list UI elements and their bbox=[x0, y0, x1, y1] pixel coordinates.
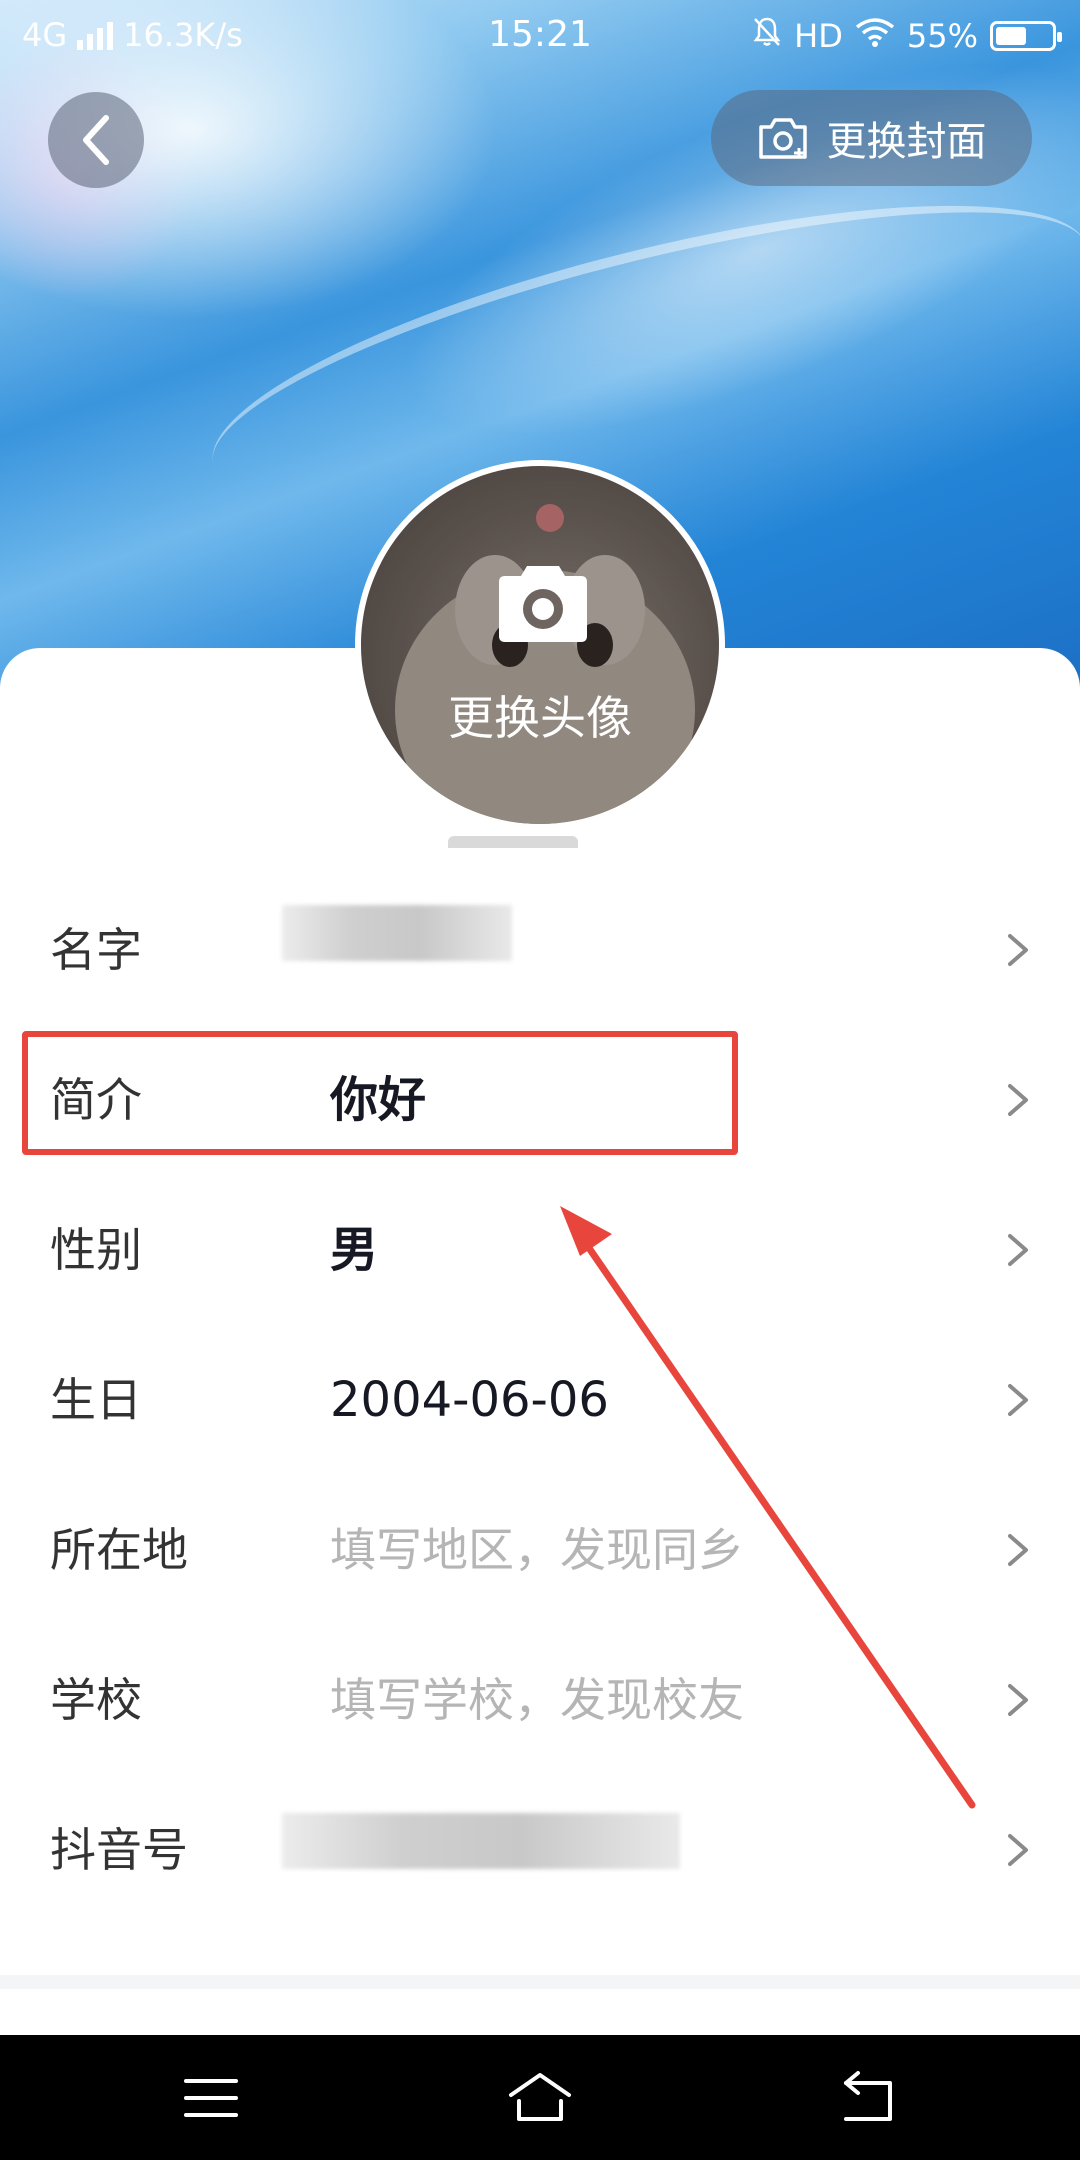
battery-percent: 55% bbox=[906, 17, 978, 55]
field-value-birthday: 2004-06-06 bbox=[330, 1372, 609, 1428]
chevron-right-icon bbox=[1008, 1234, 1028, 1266]
chevron-right-icon bbox=[1008, 1384, 1028, 1416]
field-label-douyin-id: 抖音号 bbox=[50, 1823, 188, 1877]
back-nav-icon[interactable] bbox=[834, 2063, 904, 2133]
field-label-school: 学校 bbox=[50, 1673, 142, 1727]
field-row-douyin-id[interactable]: 抖音号 bbox=[0, 1775, 1080, 1925]
chevron-right-icon bbox=[1008, 1534, 1028, 1566]
hd-indicator: HD bbox=[794, 17, 843, 55]
field-label-location: 所在地 bbox=[50, 1523, 188, 1577]
home-icon[interactable] bbox=[505, 2063, 575, 2133]
wifi-icon bbox=[855, 17, 895, 55]
back-button[interactable] bbox=[48, 92, 144, 188]
change-avatar-label: 更换头像 bbox=[448, 691, 632, 745]
field-placeholder-school: 填写学校，发现校友 bbox=[330, 1673, 744, 1727]
chevron-right-icon bbox=[1008, 1834, 1028, 1866]
battery-icon bbox=[990, 21, 1062, 51]
field-label-name: 名字 bbox=[50, 923, 142, 977]
chevron-right-icon bbox=[1008, 934, 1028, 966]
field-label-birthday: 生日 bbox=[50, 1373, 142, 1427]
douyin-id-value-redacted bbox=[282, 1813, 680, 1869]
mute-bell-icon bbox=[752, 16, 782, 56]
chevron-left-icon bbox=[83, 115, 109, 165]
field-row-school[interactable]: 学校 填写学校，发现校友 bbox=[0, 1625, 1080, 1775]
camera-icon bbox=[499, 566, 587, 642]
field-row-location[interactable]: 所在地 填写地区，发现同乡 bbox=[0, 1475, 1080, 1625]
change-cover-label: 更换封面 bbox=[826, 119, 987, 165]
section-divider bbox=[0, 1975, 1080, 1989]
field-row-gender[interactable]: 性别 男 bbox=[0, 1175, 1080, 1325]
menu-icon[interactable] bbox=[176, 2063, 246, 2133]
status-bar: 4G 16.3K/s 15:21 HD 55% bbox=[0, 0, 1080, 72]
name-value-redacted bbox=[282, 905, 512, 961]
system-nav-bar bbox=[0, 2035, 1080, 2160]
highlight-box bbox=[22, 1031, 738, 1155]
field-placeholder-location: 填写地区，发现同乡 bbox=[330, 1523, 744, 1577]
field-row-birthday[interactable]: 生日 2004-06-06 bbox=[0, 1325, 1080, 1475]
avatar[interactable]: 更换头像 bbox=[355, 460, 725, 830]
field-value-gender: 男 bbox=[330, 1222, 379, 1278]
chevron-right-icon bbox=[1008, 1684, 1028, 1716]
camera-icon bbox=[758, 118, 807, 159]
chevron-right-icon bbox=[1008, 1084, 1028, 1116]
change-cover-button[interactable]: 更换封面 bbox=[711, 90, 1032, 186]
avatar-pendant-handle bbox=[448, 836, 578, 848]
field-row-name[interactable]: 名字 bbox=[0, 875, 1080, 1025]
field-label-gender: 性别 bbox=[50, 1223, 142, 1277]
